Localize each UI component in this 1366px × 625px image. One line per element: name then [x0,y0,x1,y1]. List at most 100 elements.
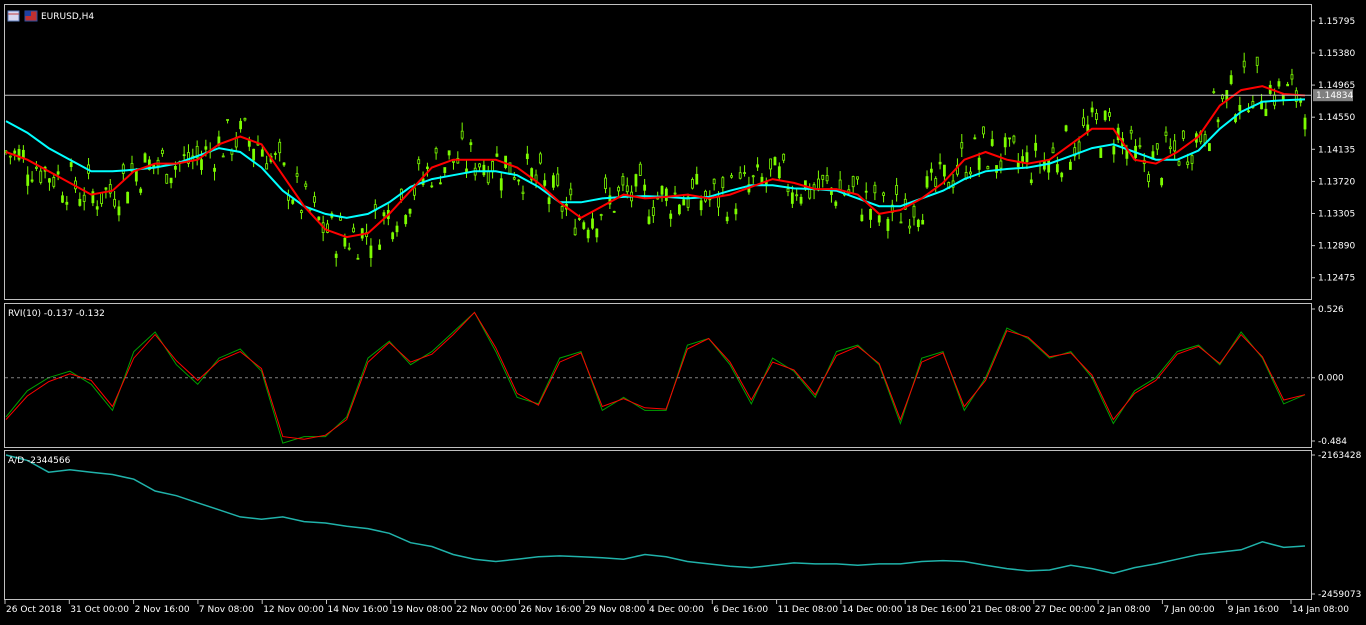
symbol-title: EURUSD,H4 [41,12,94,22]
candle-body [478,163,481,168]
time-tick-label: 14 Dec 00:00 [842,605,903,615]
candle-body [877,215,881,223]
candle-body [647,216,651,224]
price-axis: 1.157951.153801.149651.145501.141351.137… [1311,17,1355,284]
candle-body [916,219,920,228]
candle-body [525,153,529,160]
candle-body [1003,137,1007,148]
candle-body [1238,104,1242,111]
candle-body [1095,112,1098,120]
chart-canvas[interactable]: EURUSD,H4 RVI(10) -0.137 -0.132 A/D -234… [0,0,1366,622]
candle-body [1255,56,1259,66]
candle-body [52,176,56,187]
price-tick-label: 1.15380 [1318,49,1355,59]
candle-body [243,117,247,121]
candle-body [48,178,51,183]
candle-body [100,192,103,204]
candle-body [999,160,1003,169]
candle-body [1112,146,1116,155]
candle-body [104,187,108,190]
candlestick-series [4,52,1307,267]
candle-body [1164,131,1168,136]
candle-body [960,142,964,149]
candle-body [664,188,668,201]
time-tick-label: 14 Jan 08:00 [1292,605,1349,615]
candle-body [1025,152,1029,163]
candle-body [838,179,842,190]
candle-body [691,179,694,189]
candle-body [604,177,607,189]
candle-body [621,175,625,186]
candle-body [773,157,777,166]
price-tick-label: 1.14135 [1318,145,1355,155]
candle-body [669,213,673,219]
candle-body [869,208,872,220]
candle-body [165,173,169,184]
candle-body [882,192,885,196]
candle-body [782,153,786,161]
candle-body [921,219,925,225]
chart-window[interactable]: EURUSD,H4 RVI(10) -0.137 -0.132 A/D -234… [0,0,1366,622]
candle-body [943,164,946,177]
candle-body [834,201,838,206]
time-tick-label: 27 Dec 00:00 [1035,605,1096,615]
candle-body [1051,147,1055,154]
candle-body [343,237,347,247]
candle-body [221,155,225,158]
candle-body [634,174,638,187]
candle-body [895,185,899,195]
candle-body [799,196,803,204]
candle-body [547,197,551,205]
candle-body [443,167,447,173]
candle-body [139,188,143,193]
candle-body [1099,148,1103,158]
candle-body [447,150,451,156]
candle-body [382,212,386,217]
candle-body [982,126,985,135]
ad-tick-label: -2459073 [1318,590,1361,600]
candle-body [61,195,64,203]
candle-body [695,173,699,185]
candle-body [295,173,299,177]
candle-body [486,171,490,184]
rvi-panel-frame [4,303,1312,448]
rvi-axis: 0.526 0.000 -0.484 [1311,305,1347,447]
candle-body [417,159,421,165]
candle-body [426,166,429,170]
candle-body [712,178,716,185]
current-price-tag: 1.14834 [1313,89,1353,102]
candle-body [660,185,664,195]
candle-body [1108,112,1111,117]
candle-body [721,177,725,189]
candle-body [117,206,121,216]
candle-body [595,228,599,238]
time-tick-label: 12 Nov 00:00 [263,605,324,615]
candle-body [873,184,877,194]
candle-body [795,194,799,197]
candle-body [938,161,942,165]
ad-panel-frame [4,450,1312,600]
candle-body [252,148,256,161]
price-tick-label: 1.15795 [1318,17,1355,27]
time-tick-label: 11 Dec 08:00 [778,605,839,615]
price-tick-label: 1.14550 [1318,113,1355,123]
candle-body [69,162,73,167]
candle-body [304,183,308,187]
candle-body [1034,142,1038,151]
candle-body [56,171,60,175]
candle-body [591,218,594,229]
candle-body [300,210,303,214]
candle-body [1012,135,1016,143]
time-axis: 26 Oct 2018 31 Oct 00:00 2 Nov 16:00 7 Nov … [4,600,1349,615]
candle-body [1029,179,1033,184]
ad-series [5,454,1306,575]
candle-body [934,178,938,187]
candle-body [1068,161,1072,170]
candle-body [625,185,629,193]
candle-body [412,187,416,196]
candle-body [495,153,499,157]
candle-body [682,199,686,206]
candle-body [1008,137,1011,140]
chart-window-icon[interactable] [7,10,20,22]
candle-body [1177,161,1181,166]
